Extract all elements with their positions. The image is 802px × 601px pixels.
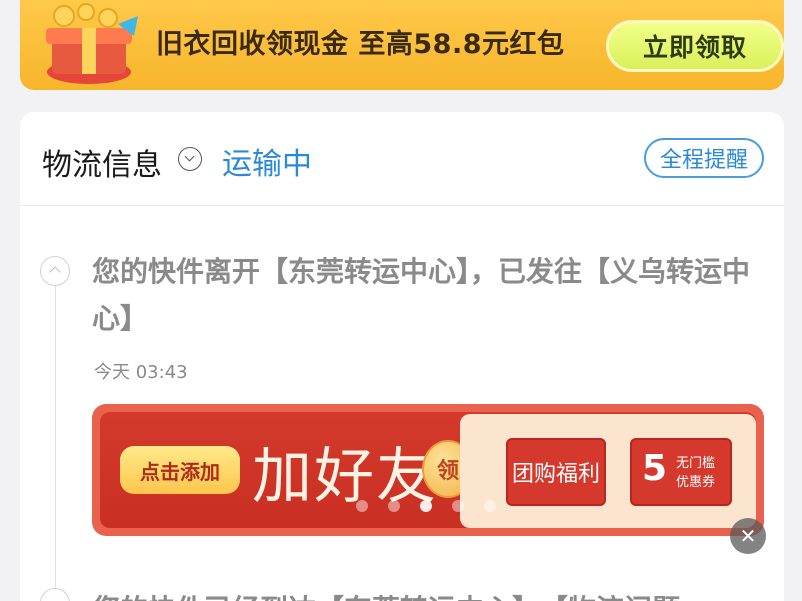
timeline-line	[55, 282, 56, 601]
add-friend-ad[interactable]: 点击添加 加好友 领 团购福利 5 无门槛 优惠券	[92, 404, 764, 536]
group-buy-benefit-label: 团购福利	[506, 438, 606, 506]
coupon-desc-1: 无门槛	[676, 456, 716, 471]
carousel-dot[interactable]	[452, 500, 464, 512]
logistics-card: 物流信息 运输中 全程提醒 您的快件离开【东莞转运中心】，已发往【义乌转运中心】…	[20, 112, 784, 601]
carousel-dot[interactable]	[484, 500, 496, 512]
full-reminder-button[interactable]: 全程提醒	[644, 138, 764, 178]
claim-now-button[interactable]: 立即领取	[606, 20, 784, 72]
coupon-ticket: 团购福利 5 无门槛 优惠券	[460, 414, 756, 528]
close-icon[interactable]: ✕	[730, 518, 766, 554]
coupon-desc-2: 优惠券	[676, 475, 716, 490]
shipping-status: 运输中	[222, 147, 312, 182]
tracking-event-text: 您的快件离开【东莞转运中心】，已发往【义乌转运中心】	[92, 255, 751, 335]
promo-text: 旧衣回收领现金 至高58.8元红包	[156, 29, 565, 60]
collapse-icon[interactable]	[40, 256, 70, 286]
coupon-badge: 5 无门槛 优惠券	[630, 438, 732, 506]
tracking-event-time: 今天 03:43	[94, 362, 188, 383]
coupon-description: 无门槛 优惠券	[676, 454, 715, 492]
promo-banner[interactable]: 旧衣回收领现金 至高58.8元红包 立即领取	[20, 0, 784, 90]
logistics-title[interactable]: 物流信息	[42, 140, 162, 184]
tracking-event-text: 您的快件已经到达【东莞转运中心】，【物流问题	[92, 588, 772, 601]
coupon-value: 5	[642, 448, 668, 489]
chevron-down-icon[interactable]	[178, 147, 202, 171]
carousel-dot[interactable]	[388, 500, 400, 512]
carousel-dot-active[interactable]	[420, 500, 432, 512]
logistics-header: 物流信息 运输中 全程提醒	[20, 112, 784, 206]
timeline-dot	[40, 588, 70, 601]
carousel-dot[interactable]	[356, 500, 368, 512]
carousel-indicator	[356, 500, 496, 512]
click-add-button[interactable]: 点击添加	[120, 446, 240, 494]
gift-box-icon	[46, 3, 138, 84]
